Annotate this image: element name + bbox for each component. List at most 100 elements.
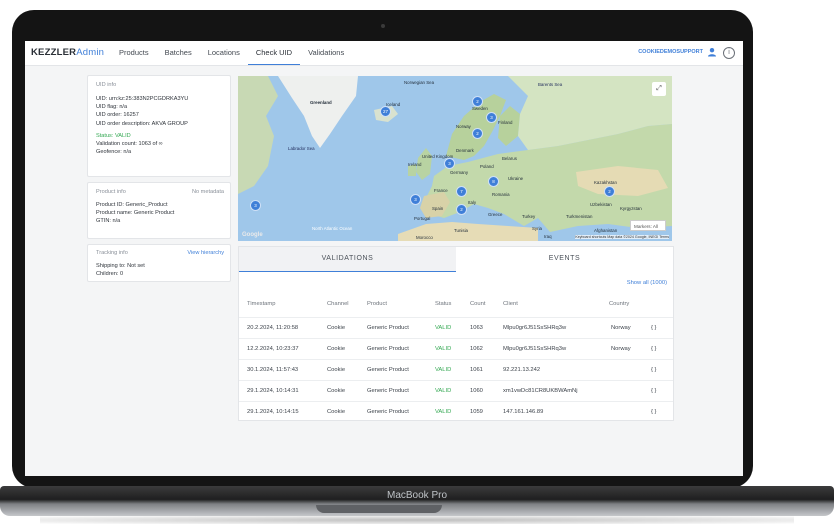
- map-label: Denmark: [456, 148, 474, 153]
- column-header: Count: [470, 301, 486, 307]
- map-cluster-marker[interactable]: 2: [472, 96, 483, 107]
- map-label: Ukraine: [508, 176, 524, 181]
- table-row[interactable]: 30.1.2024, 11:57:43 Cookie Generic Produ…: [239, 359, 673, 381]
- show-all-link[interactable]: Show all (1000): [627, 280, 667, 286]
- map-cluster-marker[interactable]: 2: [456, 204, 467, 215]
- uid-info-card: UID info UID: urn:kz:25:383N2PCGDRKA3YU …: [87, 75, 231, 177]
- tracking-info-card: Tracking info View hierarchy Shipping to…: [87, 244, 231, 282]
- map-label: Portugal: [414, 216, 431, 221]
- column-header: Country: [609, 301, 630, 307]
- map-land: [238, 76, 672, 241]
- column-header: Channel: [327, 301, 349, 307]
- status-cell: VALID: [435, 409, 452, 415]
- geofence: Geofence: n/a: [96, 149, 132, 156]
- info-icon[interactable]: i: [723, 47, 735, 59]
- timestamp-cell: 12.2.2024, 10:23:37: [247, 346, 299, 352]
- product-info-card: Product info No metadata Product ID: Gen…: [87, 182, 231, 239]
- map-label: Kyrgyzstan: [620, 206, 642, 211]
- map-label: Uzbekistan: [590, 202, 612, 207]
- map-cluster-marker[interactable]: 2: [604, 186, 615, 197]
- map-label: Iraq: [544, 234, 552, 239]
- map-cluster-marker[interactable]: 2: [472, 128, 483, 139]
- map-attribution[interactable]: Keyboard shortcuts Map data ©2024 Google…: [575, 235, 669, 239]
- map-label: Afghanistan: [594, 228, 618, 233]
- validations-panel: VALIDATIONS EVENTS Show all (1000) Times…: [238, 246, 674, 421]
- map-label: Sweden: [472, 106, 488, 111]
- table-row[interactable]: 12.2.2024, 10:23:37 Cookie Generic Produ…: [239, 338, 673, 360]
- column-header: Timestamp: [247, 301, 276, 307]
- product-cell: Generic Product: [367, 367, 409, 373]
- view-hierarchy-link[interactable]: View hierarchy: [187, 250, 224, 256]
- channel-cell: Cookie: [327, 388, 346, 394]
- laptop-shadow: [40, 516, 794, 524]
- product-cell: Generic Product: [367, 388, 409, 394]
- map-label: Norwegian Sea: [404, 80, 435, 85]
- status-cell: VALID: [435, 346, 452, 352]
- nav-locations[interactable]: Locations: [200, 41, 248, 65]
- map-label: Tunisia: [454, 228, 468, 233]
- timestamp-cell: 30.1.2024, 11:57:43: [247, 367, 299, 373]
- fullscreen-icon[interactable]: ⤢: [652, 82, 666, 96]
- count-cell: 1061: [470, 367, 483, 373]
- map-cluster-marker[interactable]: 3: [444, 158, 455, 169]
- nav-validations[interactable]: Validations: [300, 41, 352, 65]
- device-label: MacBook Pro: [386, 490, 448, 501]
- map-label: Poland: [480, 164, 494, 169]
- json-details-icon[interactable]: { }: [651, 325, 656, 331]
- app-logo[interactable]: KEZZLERAdmin: [31, 47, 104, 58]
- map-label: France: [434, 188, 448, 193]
- shipping-to: Shipping to: Not set: [96, 263, 145, 269]
- timestamp-cell: 29.1.2024, 10:14:15: [247, 409, 299, 415]
- table-row[interactable]: 20.2.2024, 11:20:58 Cookie Generic Produ…: [239, 317, 673, 339]
- app-screen: KEZZLERAdmin Products Batches Locations …: [25, 41, 743, 476]
- map-label: Greenland: [310, 100, 332, 105]
- uid-order: UID order: 16257: [96, 112, 139, 119]
- uid-order-description: UID order description: AKVA GROUP: [96, 120, 188, 127]
- map-cluster-marker[interactable]: 3: [486, 112, 497, 123]
- map-label: Turkmenistan: [566, 214, 593, 219]
- table-row[interactable]: 29.1.2024, 10:14:31 Cookie Generic Produ…: [239, 380, 673, 402]
- count-cell: 1060: [470, 388, 483, 394]
- tab-validations[interactable]: VALIDATIONS: [239, 247, 456, 272]
- user-icon[interactable]: [707, 47, 717, 57]
- product-name: Product name: Generic Product: [96, 210, 175, 217]
- nav-check-uid[interactable]: Check UID: [247, 41, 301, 65]
- map-label: Kazakhstan: [594, 180, 617, 185]
- column-header: Client: [503, 301, 518, 307]
- map-cluster-marker[interactable]: 27: [380, 106, 391, 117]
- json-details-icon[interactable]: { }: [651, 367, 656, 373]
- laptop-base-notch: [316, 505, 442, 513]
- json-details-icon[interactable]: { }: [651, 346, 656, 352]
- json-details-icon[interactable]: { }: [651, 409, 656, 415]
- map-view[interactable]: Greenland Iceland Norwegian Sea Sweden F…: [238, 76, 672, 241]
- map-cluster-marker[interactable]: 8: [488, 176, 499, 187]
- map-label: North Atlantic Ocean: [312, 226, 353, 231]
- tab-events[interactable]: EVENTS: [456, 247, 673, 271]
- count-cell: 1063: [470, 325, 483, 331]
- user-name[interactable]: COOKIEDEMOSUPPORT: [638, 49, 703, 55]
- map-label: Turkey: [522, 214, 536, 219]
- map-cluster-marker[interactable]: 3: [250, 200, 261, 211]
- markers-filter-select[interactable]: Markers: All: [630, 220, 666, 231]
- nav-batches[interactable]: Batches: [157, 41, 200, 65]
- json-details-icon[interactable]: { }: [651, 388, 656, 394]
- uid-flag: UID flag: n/a: [96, 104, 128, 111]
- product-cell: Generic Product: [367, 409, 409, 415]
- country-cell: Norway: [611, 346, 631, 352]
- main-nav: Products Batches Locations Check UID Val…: [111, 41, 352, 65]
- status-valid: Status: VALID: [96, 132, 131, 139]
- map-label: Germany: [450, 170, 469, 175]
- product-cell: Generic Product: [367, 325, 409, 331]
- map-cluster-marker[interactable]: 7: [456, 186, 467, 197]
- client-cell: xm1vwDc81CR8UKBWAmNj: [503, 388, 578, 394]
- no-metadata: No metadata: [191, 189, 224, 195]
- table-row[interactable]: 29.1.2024, 10:14:15 Cookie Generic Produ…: [239, 401, 673, 423]
- column-header: Status: [435, 301, 452, 307]
- client-cell: 147.161.146.89: [503, 409, 544, 415]
- map-label: Morocco: [416, 235, 433, 240]
- nav-products[interactable]: Products: [111, 41, 157, 65]
- client-cell: Mlpu0gr6J51SsSHRq3w: [503, 346, 567, 352]
- count-cell: 1062: [470, 346, 483, 352]
- map-cluster-marker[interactable]: 3: [410, 194, 421, 205]
- channel-cell: Cookie: [327, 409, 346, 415]
